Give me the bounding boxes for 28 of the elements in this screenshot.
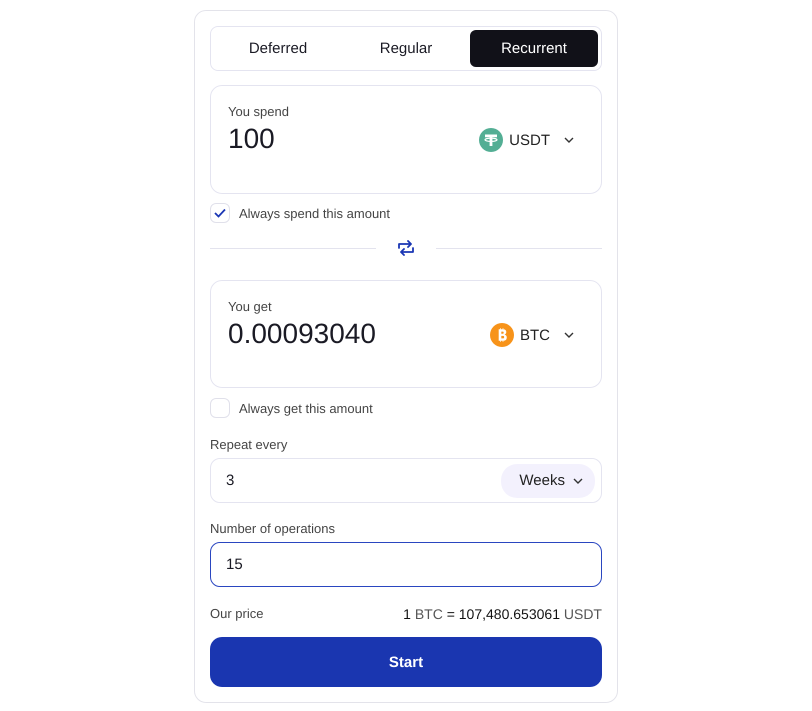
checkmark-icon <box>214 208 226 218</box>
price-label: Our price <box>210 606 264 622</box>
repeat-field[interactable]: 3 Weeks <box>210 458 602 504</box>
coin-icon <box>479 128 504 152</box>
field-label: Number of operations <box>210 521 336 536</box>
mode-tab[interactable]: Recurrent <box>470 30 598 68</box>
amount-input[interactable]: 100 <box>228 123 289 156</box>
caret-icon <box>564 332 574 338</box>
caret-icon <box>573 478 583 484</box>
checkbox-label: Always spend this amount <box>239 206 390 221</box>
amount-label: You spend <box>228 104 289 120</box>
mode-tab[interactable]: Regular <box>342 30 470 68</box>
price-value: 1 BTC = 107,480.653061 USDT <box>403 606 602 622</box>
checkbox[interactable] <box>210 203 230 224</box>
swap-icon[interactable] <box>396 240 416 256</box>
operations-field[interactable]: 15 <box>210 542 602 588</box>
currency-selector[interactable]: USDT <box>479 128 584 152</box>
unit-dropdown[interactable]: Weeks <box>501 464 595 498</box>
start-button[interactable]: Start <box>210 637 602 687</box>
caret-icon <box>564 137 574 144</box>
checkbox-label: Always get this amount <box>239 400 373 416</box>
coin-icon <box>490 323 514 348</box>
currency-selector[interactable]: BTC <box>490 323 584 348</box>
amount-label: You get <box>228 299 273 314</box>
mode-tab[interactable]: Deferred <box>214 30 342 68</box>
checkbox[interactable] <box>210 398 230 418</box>
amount-input[interactable]: 0.00093040 <box>228 318 376 350</box>
field-label: Repeat every <box>210 437 288 452</box>
